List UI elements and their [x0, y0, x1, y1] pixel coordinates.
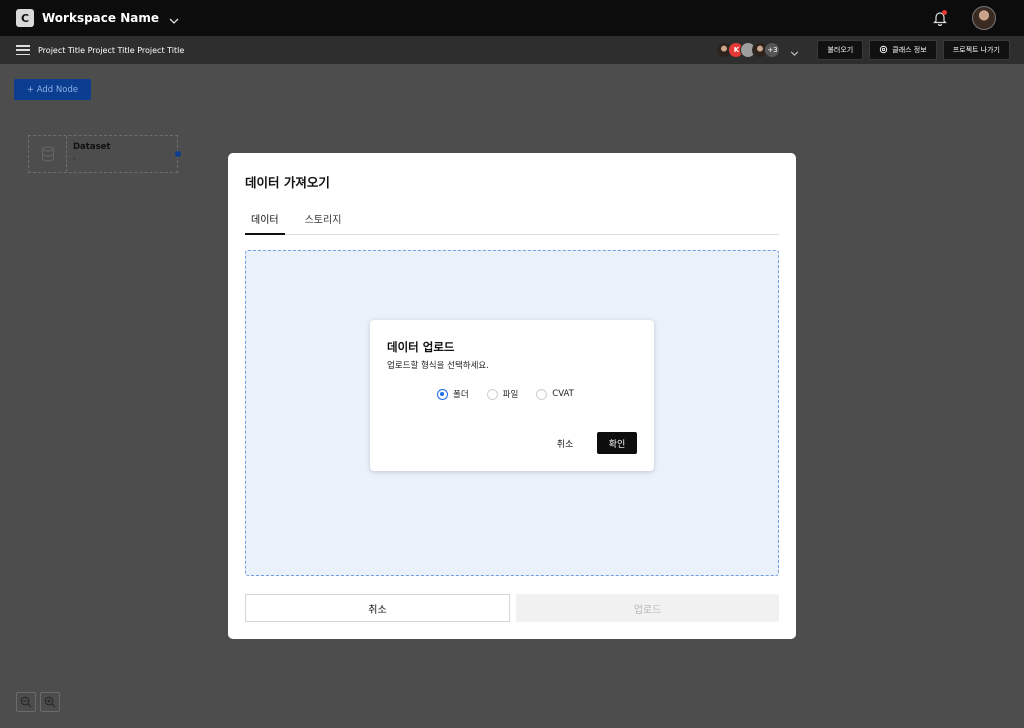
load-button[interactable]: 불러오기 — [817, 40, 864, 60]
bell-icon[interactable] — [930, 8, 950, 28]
upload-button[interactable]: 업로드 — [516, 594, 779, 622]
node-subtitle: - — [73, 154, 76, 163]
radio-selected-icon — [437, 388, 448, 400]
class-info-button[interactable]: 클래스 정보 — [869, 40, 937, 60]
radio-file[interactable]: 파일 — [486, 388, 519, 400]
menu-icon[interactable] — [16, 45, 30, 55]
notification-dot — [942, 10, 947, 15]
node-title: Dataset — [73, 142, 111, 152]
exit-project-label: 프로젝트 나가기 — [952, 46, 1000, 54]
tab-storage[interactable]: 스토리지 — [299, 211, 348, 235]
class-info-label: 클래스 정보 — [892, 46, 927, 54]
zoom-controls — [16, 692, 60, 712]
node-output-handle[interactable] — [175, 151, 181, 157]
zoom-in-icon[interactable] — [40, 692, 60, 712]
tab-data[interactable]: 데이터 — [245, 211, 285, 235]
radio-icon — [486, 388, 498, 400]
database-icon — [29, 136, 67, 172]
load-button-label: 불러오기 — [827, 46, 854, 54]
project-bar: Project Title Project Title Project Titl… — [0, 36, 1024, 64]
radio-label: 폴더 — [453, 390, 469, 400]
add-node-button[interactable]: + Add Node — [14, 79, 91, 100]
dataset-node[interactable]: Dataset - — [28, 135, 181, 173]
cancel-button[interactable]: 취소 — [245, 594, 510, 622]
workspace-logo[interactable]: C — [16, 9, 34, 27]
top-bar: C Workspace Name — [0, 0, 1024, 36]
dialog-description: 업로드할 형식을 선택하세요. — [387, 361, 489, 371]
gear-icon — [879, 45, 888, 56]
user-avatar[interactable] — [972, 6, 996, 30]
radio-cvat[interactable]: CVAT — [536, 388, 574, 400]
chevron-down-icon[interactable] — [169, 9, 179, 28]
exit-project-button[interactable]: 프로젝트 나가기 — [942, 40, 1010, 60]
dialog-title: 데이터 업로드 — [387, 340, 455, 354]
dialog-confirm-button[interactable]: 확인 — [597, 432, 637, 454]
collaborator-avatars[interactable]: K +3 — [716, 42, 781, 58]
radio-folder[interactable]: 폴더 — [437, 388, 469, 400]
radio-label: CVAT — [552, 389, 574, 399]
format-radio-group: 폴더 파일 CVAT — [437, 388, 574, 400]
radio-label: 파일 — [502, 390, 519, 400]
more-collaborators-count: +3 — [764, 42, 781, 58]
radio-icon — [536, 388, 548, 400]
modal-tabs: 데이터 스토리지 — [245, 211, 779, 235]
workspace-name[interactable]: Workspace Name — [42, 11, 159, 25]
modal-title: 데이터 가져오기 — [245, 175, 330, 190]
dialog-cancel-button[interactable]: 취소 — [546, 432, 584, 454]
upload-format-dialog: 데이터 업로드 업로드할 형식을 선택하세요. 폴더 파일 CVAT 취소 확인 — [370, 320, 654, 471]
chevron-down-icon[interactable] — [790, 41, 799, 60]
project-title: Project Title Project Title Project Titl… — [38, 45, 185, 55]
zoom-out-icon[interactable] — [16, 692, 36, 712]
